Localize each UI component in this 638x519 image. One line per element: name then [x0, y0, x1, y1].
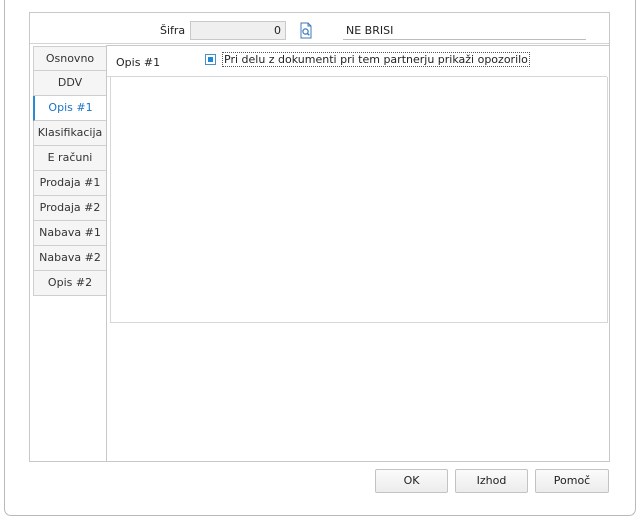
- warning-checkbox-label: Pri delu z dokumenti pri tem partnerju p…: [222, 52, 530, 67]
- warning-option[interactable]: Pri delu z dokumenti pri tem partnerju p…: [205, 52, 530, 67]
- header-row: Šifra NE BRISI: [30, 13, 609, 44]
- tab-klasifikacija[interactable]: Klasifikacija: [33, 121, 107, 146]
- section-label: Opis #1: [116, 56, 161, 69]
- warning-checkbox[interactable]: [205, 54, 216, 65]
- tab-opis-2[interactable]: Opis #2: [33, 271, 107, 296]
- tab-ddv[interactable]: DDV: [33, 71, 107, 96]
- ok-button[interactable]: OK: [375, 469, 448, 493]
- izhod-button[interactable]: Izhod: [455, 469, 528, 493]
- partner-form-panel: Šifra NE BRISI Osnovno DDV Opis #1 Klasi…: [29, 12, 610, 462]
- ne-brisi-underline: [343, 39, 586, 40]
- tab-content-opis-1: Opis #1 Pri delu z dokumenti pri tem par…: [106, 45, 609, 461]
- ne-brisi-label: NE BRISI: [346, 24, 394, 37]
- memo-textarea[interactable]: [110, 77, 608, 323]
- tab-e-racuni[interactable]: E računi: [33, 146, 107, 171]
- tab-prodaja-2[interactable]: Prodaja #2: [33, 196, 107, 221]
- tab-prodaja-1[interactable]: Prodaja #1: [33, 171, 107, 196]
- sifra-label: Šifra: [160, 24, 186, 37]
- tab-nabava-2[interactable]: Nabava #2: [33, 246, 107, 271]
- tab-osnovno[interactable]: Osnovno: [33, 46, 107, 71]
- document-search-icon[interactable]: [298, 22, 314, 39]
- pomoc-button[interactable]: Pomoč: [535, 469, 609, 493]
- sifra-field[interactable]: [190, 21, 286, 40]
- tab-nabava-1[interactable]: Nabava #1: [33, 221, 107, 246]
- tab-opis-1[interactable]: Opis #1: [33, 96, 107, 121]
- tab-list: Osnovno DDV Opis #1 Klasifikacija E raču…: [33, 46, 107, 296]
